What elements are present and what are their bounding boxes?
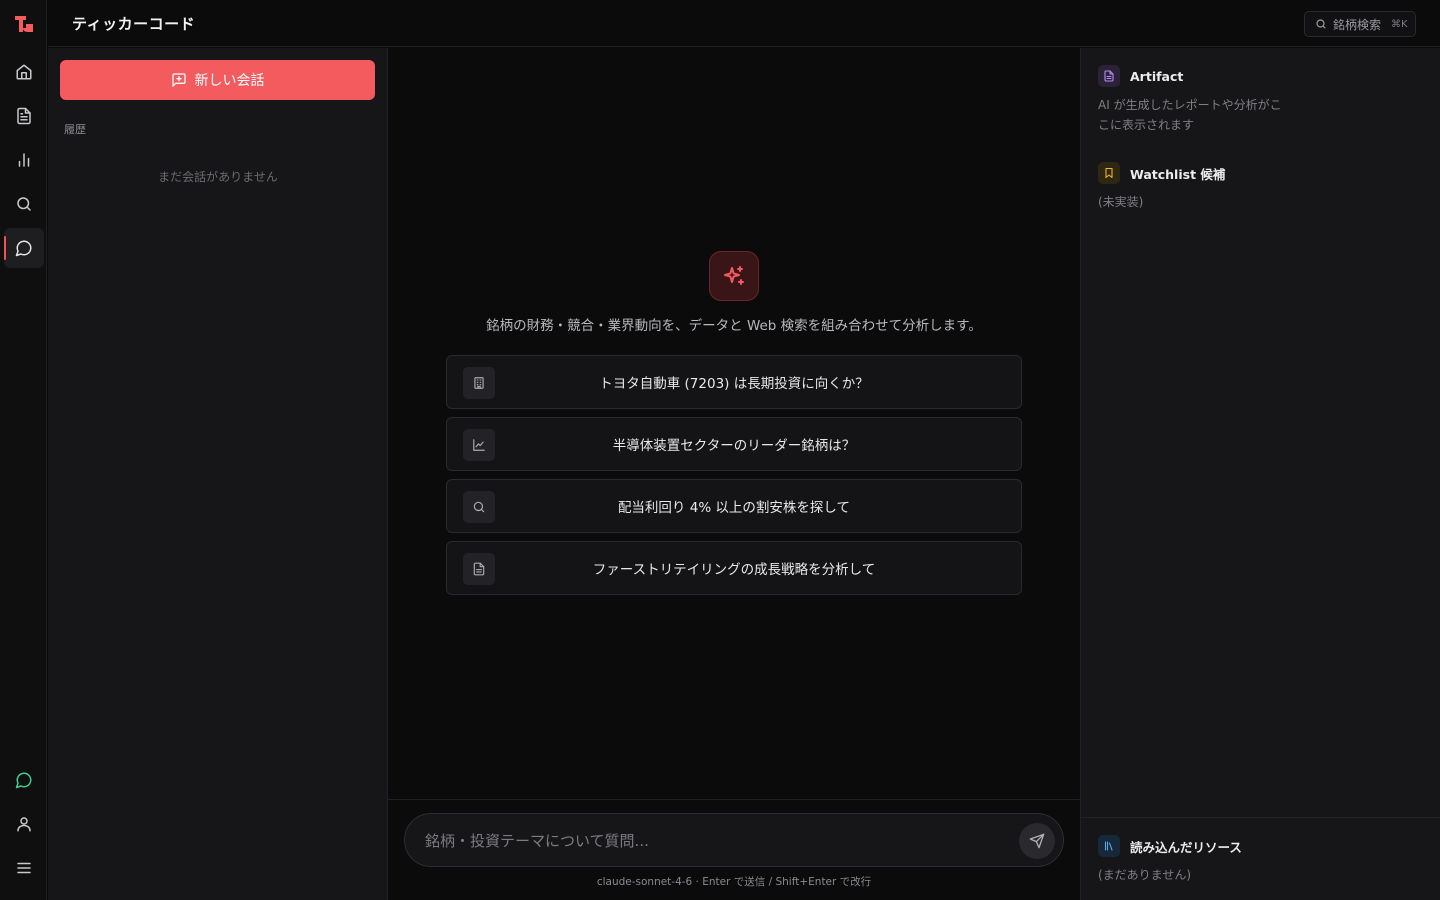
watchlist-title: Watchlist 候補 — [1130, 166, 1226, 182]
suggestion-label: 配当利回り 4% 以上の割安株を探して — [617, 500, 851, 516]
artifact-description: AI が生成したレポートや分析がここに表示されます — [1098, 98, 1282, 132]
menu-icon — [17, 862, 31, 874]
context-panel: Artifact AI が生成したレポートや分析がここに表示されます Watch… — [1080, 48, 1440, 900]
sparkles-icon — [724, 266, 744, 285]
suggestion-label: トヨタ自動車 (7203) は長期投資に向くか？ — [599, 376, 869, 392]
suggestion-card[interactable]: 半導体装置セクターのリーダー銘柄は？ — [446, 417, 1022, 471]
empty-history-message: まだ会話がありません — [158, 170, 278, 184]
search-icon — [17, 197, 31, 211]
chat-main: 銘柄の財務・競合・業界動向を、データと Web 検索を組み合わせて分析します。 … — [388, 48, 1080, 900]
composer-area: claude-sonnet-4-6 · Enter で送信 / Shift+En… — [388, 799, 1080, 900]
chat-input[interactable] — [425, 828, 1005, 854]
nav-account[interactable] — [4, 804, 44, 844]
history-heading: 履歴 — [64, 123, 86, 136]
user-icon — [17, 817, 31, 832]
new-chat-button[interactable]: 新しい会話 — [60, 60, 375, 100]
document-icon — [463, 553, 495, 585]
nav-support-chat[interactable] — [4, 760, 44, 800]
icon-rail — [0, 0, 47, 900]
nav-home[interactable] — [4, 52, 44, 92]
chat-icon — [15, 772, 32, 789]
search-shortcut: ⌘K — [1391, 18, 1408, 30]
send-icon — [1029, 833, 1045, 849]
resources-area: 読み込んだリソース (まだありません) — [1081, 817, 1440, 900]
resources-title: 読み込んだリソース — [1130, 839, 1242, 855]
new-chat-icon — [171, 73, 186, 87]
document-icon — [17, 107, 31, 125]
suggestion-label: ファーストリテイリングの成長戦略を分析して — [592, 562, 876, 578]
resources-description: (まだありません) — [1098, 868, 1192, 882]
nav-chat[interactable] — [4, 228, 44, 268]
chat-icon — [15, 240, 32, 257]
nav-charts[interactable] — [4, 140, 44, 180]
library-icon — [1098, 835, 1120, 857]
suggestion-card[interactable]: 配当利回り 4% 以上の割安株を探して — [446, 479, 1022, 533]
stock-search-button[interactable]: 銘柄検索 ⌘K — [1304, 11, 1416, 37]
resources-section: 読み込んだリソース (まだありません) — [1098, 835, 1288, 885]
nav-documents[interactable] — [4, 96, 44, 136]
search-label: 銘柄検索 — [1333, 17, 1382, 32]
search-icon — [1316, 19, 1326, 29]
app-title: ティッカーコード — [72, 15, 196, 33]
suggestion-card[interactable]: トヨタ自動車 (7203) は長期投資に向くか？ — [446, 355, 1022, 409]
nav-menu[interactable] — [4, 848, 44, 888]
chart-icon — [18, 153, 30, 167]
artifact-section: Artifact AI が生成したレポートや分析がここに表示されます — [1098, 65, 1288, 135]
conversation-sidebar: 新しい会話 履歴 まだ会話がありません — [48, 48, 388, 900]
home-icon — [16, 64, 32, 80]
suggestion-label: 半導体装置セクターのリーダー銘柄は？ — [612, 438, 856, 454]
search-icon — [463, 491, 495, 523]
line-chart-icon — [463, 429, 495, 461]
watchlist-section: Watchlist 候補 (未実装) — [1098, 162, 1288, 212]
app-logo[interactable] — [12, 12, 36, 36]
send-button[interactable] — [1019, 823, 1055, 859]
bookmark-icon — [1098, 162, 1120, 184]
top-bar: ティッカーコード 銘柄検索 ⌘K — [48, 0, 1440, 47]
composer — [404, 813, 1064, 867]
assistant-badge — [709, 251, 759, 301]
artifact-icon — [1098, 65, 1120, 87]
intro-text: 銘柄の財務・競合・業界動向を、データと Web 検索を組み合わせて分析します。 — [486, 318, 982, 334]
suggestion-list: トヨタ自動車 (7203) は長期投資に向くか？ 半導体装置セクターのリーダー銘… — [446, 355, 1022, 603]
suggestion-card[interactable]: ファーストリテイリングの成長戦略を分析して — [446, 541, 1022, 595]
building-icon — [463, 367, 495, 399]
new-chat-label: 新しい会話 — [194, 73, 265, 89]
composer-hint: claude-sonnet-4-6 · Enter で送信 / Shift+En… — [596, 876, 872, 888]
watchlist-description: (未実装) — [1098, 195, 1144, 209]
nav-search[interactable] — [4, 184, 44, 224]
artifact-title: Artifact — [1130, 68, 1184, 84]
